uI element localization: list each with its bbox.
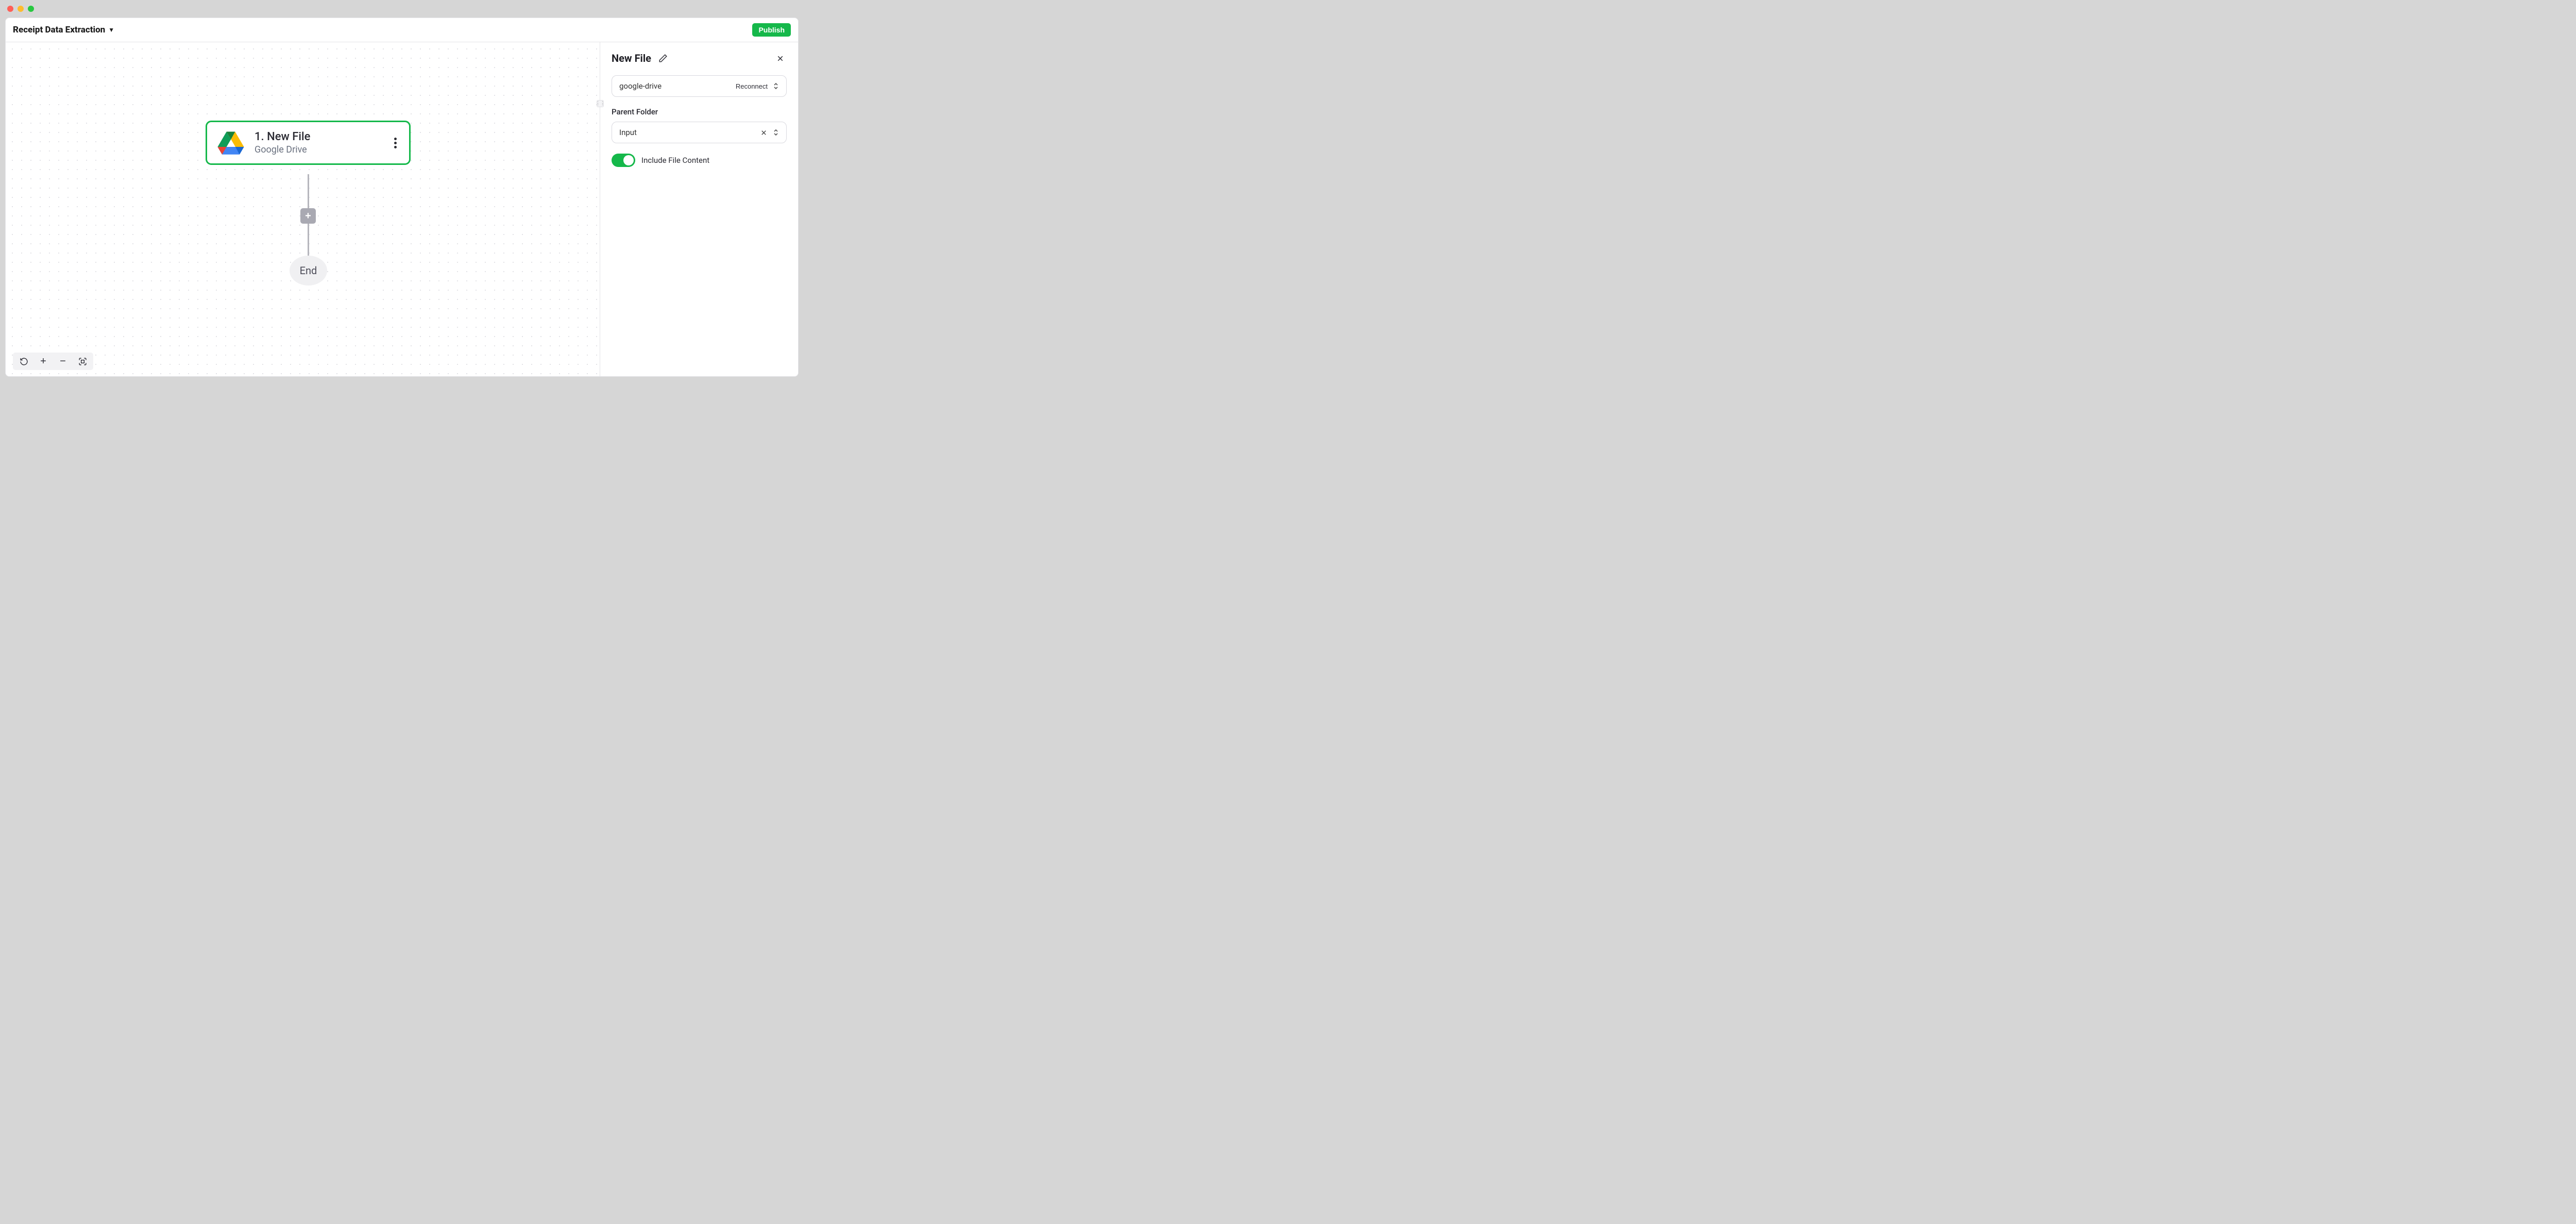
window-titlebar	[0, 0, 804, 18]
include-file-content-label: Include File Content	[641, 156, 709, 165]
close-panel-button[interactable]	[774, 52, 787, 65]
reconnect-button[interactable]: Reconnect	[736, 82, 768, 90]
parent-folder-selector[interactable]: Input	[612, 122, 787, 143]
connection-selector[interactable]: google-drive Reconnect	[612, 75, 787, 97]
config-panel: New File	[600, 42, 798, 376]
panel-resize-handle[interactable]: ⋮⋮	[597, 100, 604, 107]
fit-view-button[interactable]	[73, 354, 92, 369]
refresh-icon	[20, 357, 28, 366]
flow-title-label: Receipt Data Extraction	[13, 25, 105, 35]
google-drive-icon	[216, 130, 245, 155]
clear-parent-folder-button[interactable]	[760, 129, 768, 137]
include-file-content-toggle[interactable]	[612, 154, 635, 167]
workflow-node-new-file[interactable]: 1. New File Google Drive	[206, 121, 411, 165]
node-subtitle: Google Drive	[255, 144, 382, 155]
canvas-toolbar: + −	[13, 353, 93, 370]
kebab-icon	[394, 138, 397, 140]
node-text-block: 1. New File Google Drive	[255, 130, 382, 155]
parent-folder-value: Input	[619, 128, 637, 137]
end-label: End	[300, 264, 317, 277]
grip-icon: ⋮⋮	[596, 101, 605, 106]
reset-view-button[interactable]	[14, 354, 33, 369]
node-title: 1. New File	[255, 130, 382, 143]
app-window: Receipt Data Extraction ▼ Publish	[5, 18, 799, 377]
workflow-canvas[interactable]: 1. New File Google Drive + End	[6, 42, 600, 376]
chevron-up-down-icon	[773, 82, 779, 90]
fit-screen-icon	[78, 357, 87, 366]
top-bar: Receipt Data Extraction ▼ Publish	[6, 18, 798, 42]
close-icon	[760, 129, 768, 137]
window-minimize-button[interactable]	[18, 6, 24, 12]
parent-folder-label: Parent Folder	[612, 107, 787, 116]
caret-down-icon: ▼	[108, 26, 114, 33]
window-zoom-button[interactable]	[28, 6, 34, 12]
publish-button[interactable]: Publish	[752, 23, 791, 37]
zoom-out-button[interactable]: −	[53, 354, 73, 369]
plus-icon: +	[40, 356, 46, 367]
panel-title: New File	[612, 52, 651, 64]
toggle-knob	[623, 155, 634, 165]
plus-icon: +	[305, 210, 311, 222]
minus-icon: −	[60, 356, 66, 367]
zoom-in-button[interactable]: +	[33, 354, 53, 369]
connection-value: google-drive	[619, 81, 662, 91]
flow-title-dropdown[interactable]: Receipt Data Extraction ▼	[13, 25, 114, 35]
node-more-menu-button[interactable]	[391, 133, 400, 153]
end-node: End	[290, 256, 327, 286]
add-step-button[interactable]: +	[300, 208, 316, 224]
window-close-button[interactable]	[7, 6, 13, 12]
pencil-icon	[658, 54, 668, 63]
chevron-up-down-icon	[773, 128, 779, 137]
close-icon	[776, 54, 785, 63]
edit-title-button[interactable]	[656, 52, 670, 65]
